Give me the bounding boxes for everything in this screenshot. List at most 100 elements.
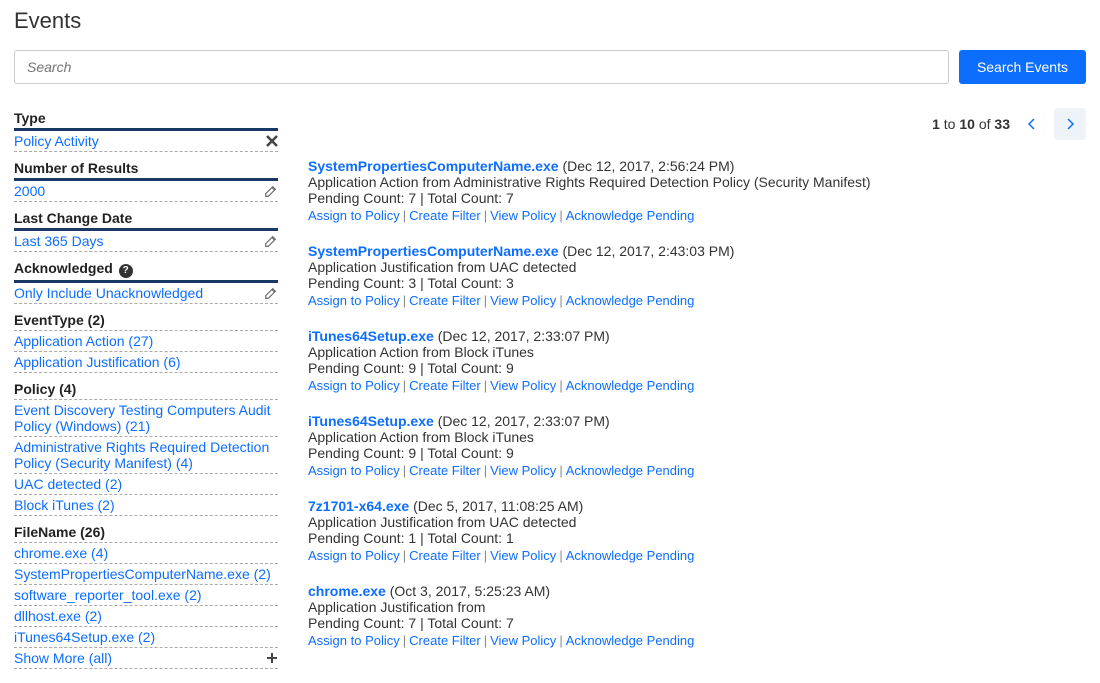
separator: | bbox=[484, 463, 487, 478]
facet-item-label: Block iTunes (2) bbox=[14, 497, 115, 513]
acknowledge-pending-link[interactable]: Acknowledge Pending bbox=[566, 463, 695, 478]
assign-to-policy-link[interactable]: Assign to Policy bbox=[308, 378, 400, 393]
facet-header: FileName (26) bbox=[14, 522, 278, 543]
event-description: Application Justification from UAC detec… bbox=[308, 259, 1086, 275]
event-filename-link[interactable]: SystemPropertiesComputerName.exe bbox=[308, 158, 559, 174]
facet-item[interactable]: Application Action (27) bbox=[14, 331, 278, 352]
view-policy-link[interactable]: View Policy bbox=[490, 463, 556, 478]
acknowledge-pending-link[interactable]: Acknowledge Pending bbox=[566, 293, 695, 308]
event-timestamp: (Dec 12, 2017, 2:56:24 PM) bbox=[562, 158, 734, 174]
pager-prev-button[interactable] bbox=[1016, 108, 1048, 140]
page-title: Events bbox=[14, 8, 1086, 34]
acknowledge-pending-link[interactable]: Acknowledge Pending bbox=[566, 633, 695, 648]
create-filter-link[interactable]: Create Filter bbox=[409, 208, 481, 223]
event-filename-link[interactable]: SystemPropertiesComputerName.exe bbox=[308, 243, 559, 259]
filter-value[interactable]: Last 365 Days bbox=[14, 231, 278, 252]
event-counts: Pending Count: 1 | Total Count: 1 bbox=[308, 530, 1086, 546]
assign-to-policy-link[interactable]: Assign to Policy bbox=[308, 293, 400, 308]
event-timestamp: (Oct 3, 2017, 5:25:23 AM) bbox=[390, 583, 550, 599]
separator: | bbox=[403, 633, 406, 648]
separator: | bbox=[403, 293, 406, 308]
view-policy-link[interactable]: View Policy bbox=[490, 293, 556, 308]
event-description: Application Justification from UAC detec… bbox=[308, 514, 1086, 530]
separator: | bbox=[559, 378, 562, 393]
facet-item[interactable]: Block iTunes (2) bbox=[14, 495, 278, 516]
create-filter-link[interactable]: Create Filter bbox=[409, 548, 481, 563]
event-counts: Pending Count: 3 | Total Count: 3 bbox=[308, 275, 1086, 291]
events-list: SystemPropertiesComputerName.exe (Dec 12… bbox=[308, 158, 1086, 648]
view-policy-link[interactable]: View Policy bbox=[490, 633, 556, 648]
facet-item[interactable]: Administrative Rights Required Detection… bbox=[14, 437, 278, 474]
assign-to-policy-link[interactable]: Assign to Policy bbox=[308, 633, 400, 648]
filter-label: Last Change Date bbox=[14, 210, 132, 226]
edit-icon[interactable] bbox=[264, 234, 278, 248]
facet-item[interactable]: iTunes64Setup.exe (2) bbox=[14, 627, 278, 648]
search-input[interactable] bbox=[14, 50, 949, 84]
filter-value[interactable]: 2000 bbox=[14, 181, 278, 202]
separator: | bbox=[484, 208, 487, 223]
search-events-button[interactable]: Search Events bbox=[959, 50, 1086, 84]
facet-item[interactable]: dllhost.exe (2) bbox=[14, 606, 278, 627]
event-item: iTunes64Setup.exe (Dec 12, 2017, 2:33:07… bbox=[308, 413, 1086, 478]
facet-header: EventType (2) bbox=[14, 310, 278, 331]
plus-icon[interactable] bbox=[266, 652, 278, 664]
facet-item-label: Administrative Rights Required Detection… bbox=[14, 439, 278, 471]
close-icon[interactable] bbox=[266, 135, 278, 147]
event-filename-link[interactable]: iTunes64Setup.exe bbox=[308, 328, 434, 344]
event-actions: Assign to Policy|Create Filter|View Poli… bbox=[308, 633, 1086, 648]
separator: | bbox=[484, 378, 487, 393]
event-item: iTunes64Setup.exe (Dec 12, 2017, 2:33:07… bbox=[308, 328, 1086, 393]
event-counts: Pending Count: 9 | Total Count: 9 bbox=[308, 445, 1086, 461]
event-item: chrome.exe (Oct 3, 2017, 5:25:23 AM)Appl… bbox=[308, 583, 1086, 648]
assign-to-policy-link[interactable]: Assign to Policy bbox=[308, 548, 400, 563]
facet-item[interactable]: UAC detected (2) bbox=[14, 474, 278, 495]
event-counts: Pending Count: 7 | Total Count: 7 bbox=[308, 190, 1086, 206]
event-timestamp: (Dec 12, 2017, 2:33:07 PM) bbox=[438, 328, 610, 344]
separator: | bbox=[484, 293, 487, 308]
facet-show-more[interactable]: Show More (all) bbox=[14, 648, 278, 669]
event-timestamp: (Dec 12, 2017, 2:33:07 PM) bbox=[438, 413, 610, 429]
create-filter-link[interactable]: Create Filter bbox=[409, 378, 481, 393]
view-policy-link[interactable]: View Policy bbox=[490, 378, 556, 393]
facet-item-label: chrome.exe (4) bbox=[14, 545, 108, 561]
event-description: Application Action from Block iTunes bbox=[308, 429, 1086, 445]
facet-item[interactable]: software_reporter_tool.exe (2) bbox=[14, 585, 278, 606]
view-policy-link[interactable]: View Policy bbox=[490, 208, 556, 223]
acknowledge-pending-link[interactable]: Acknowledge Pending bbox=[566, 208, 695, 223]
filter-value[interactable]: Only Include Unacknowledged bbox=[14, 283, 278, 304]
facet-item-label: Application Action (27) bbox=[14, 333, 153, 349]
facet-item[interactable]: chrome.exe (4) bbox=[14, 543, 278, 564]
filter-value[interactable]: Policy Activity bbox=[14, 131, 278, 152]
facet-item[interactable]: Application Justification (6) bbox=[14, 352, 278, 373]
help-icon[interactable]: ? bbox=[119, 264, 133, 278]
facet-item-label: SystemPropertiesComputerName.exe (2) bbox=[14, 566, 271, 582]
filter-value-text: Last 365 Days bbox=[14, 233, 104, 249]
create-filter-link[interactable]: Create Filter bbox=[409, 633, 481, 648]
acknowledge-pending-link[interactable]: Acknowledge Pending bbox=[566, 378, 695, 393]
pager: 1 to 10 of 33 bbox=[308, 108, 1086, 140]
pager-next-button[interactable] bbox=[1054, 108, 1086, 140]
facet-item[interactable]: SystemPropertiesComputerName.exe (2) bbox=[14, 564, 278, 585]
view-policy-link[interactable]: View Policy bbox=[490, 548, 556, 563]
event-filename-link[interactable]: chrome.exe bbox=[308, 583, 386, 599]
create-filter-link[interactable]: Create Filter bbox=[409, 293, 481, 308]
separator: | bbox=[403, 463, 406, 478]
edit-icon[interactable] bbox=[264, 184, 278, 198]
filter-header: Number of Results bbox=[14, 158, 278, 181]
event-actions: Assign to Policy|Create Filter|View Poli… bbox=[308, 548, 1086, 563]
event-actions: Assign to Policy|Create Filter|View Poli… bbox=[308, 208, 1086, 223]
event-filename-link[interactable]: iTunes64Setup.exe bbox=[308, 413, 434, 429]
event-actions: Assign to Policy|Create Filter|View Poli… bbox=[308, 463, 1086, 478]
edit-icon[interactable] bbox=[264, 286, 278, 300]
filter-label: Number of Results bbox=[14, 160, 138, 176]
facet-item[interactable]: Event Discovery Testing Computers Audit … bbox=[14, 400, 278, 437]
event-description: Application Action from Block iTunes bbox=[308, 344, 1086, 360]
chevron-right-icon bbox=[1066, 118, 1074, 130]
assign-to-policy-link[interactable]: Assign to Policy bbox=[308, 208, 400, 223]
create-filter-link[interactable]: Create Filter bbox=[409, 463, 481, 478]
event-filename-link[interactable]: 7z1701-x64.exe bbox=[308, 498, 409, 514]
filter-header: Last Change Date bbox=[14, 208, 278, 231]
acknowledge-pending-link[interactable]: Acknowledge Pending bbox=[566, 548, 695, 563]
event-item: 7z1701-x64.exe (Dec 5, 2017, 11:08:25 AM… bbox=[308, 498, 1086, 563]
assign-to-policy-link[interactable]: Assign to Policy bbox=[308, 463, 400, 478]
